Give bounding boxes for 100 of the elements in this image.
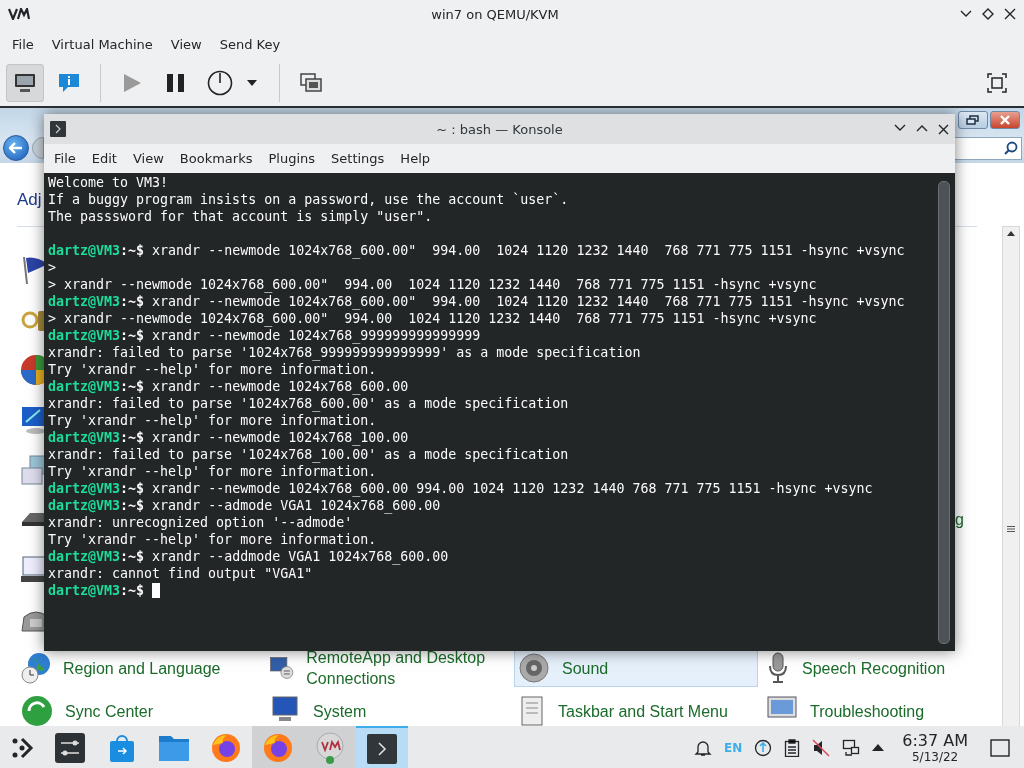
- terminal-output: xrandr: cannot find output "VGA1": [48, 565, 313, 582]
- menu-item[interactable]: File: [47, 151, 85, 166]
- menu-item[interactable]: Send Key: [210, 36, 290, 52]
- play-icon: [122, 73, 142, 93]
- search-field[interactable]: [953, 136, 1022, 160]
- control-panel-item[interactable]: System: [265, 695, 510, 726]
- terminal-output: xrandr: unrecognized option '--admode': [48, 514, 353, 531]
- control-panel-item[interactable]: Taskbar and Start Menu: [514, 695, 758, 726]
- close-icon[interactable]: [1004, 8, 1016, 20]
- scrollbar[interactable]: [938, 181, 950, 644]
- control-panel-item[interactable]: Region and Language: [17, 649, 261, 687]
- command-text: xrandr --newmode 1024x768_600.00: [152, 378, 409, 395]
- back-arrow-icon: [9, 142, 23, 154]
- terminal-output: >: [48, 259, 56, 276]
- browser-icon: [263, 732, 293, 763]
- clipboard-icon[interactable]: [784, 738, 801, 757]
- terminal-output: The passsword for that account is simply "user".: [48, 208, 433, 225]
- window-title: ~ : bash — Konsole: [436, 121, 563, 137]
- command-text: xrandr --newmode 1024x768_600.00 994.00 1024 1120 1232 1440 768 771 775 1151 -hsync +vsync: [152, 480, 873, 497]
- caret-icon: [247, 80, 257, 86]
- power-icon: [207, 70, 233, 96]
- back-button[interactable]: [3, 135, 29, 161]
- menu-item[interactable]: Settings: [324, 151, 394, 166]
- clock-time[interactable]: 6:37 AM: [902, 731, 968, 750]
- control-panel-item[interactable]: Troubleshooting: [762, 695, 998, 726]
- control-panel-item[interactable]: RemoteApp and Desktop Connections: [265, 649, 510, 687]
- command-text: xrandr --newmode 1024x768_600.00" 994.00 1024 1120 1232 1440 768 771 775 1151 -hsync +vsync: [152, 242, 905, 259]
- close-icon[interactable]: [938, 123, 949, 135]
- scroll-up-icon[interactable]: [1007, 231, 1015, 236]
- shell-prompt: dartz@VM3:~$: [48, 480, 145, 497]
- network-icon[interactable]: [842, 738, 861, 757]
- terminal-output: xrandr: failed to parse '1024x768_999999999999999' as a mode specification: [48, 344, 641, 361]
- menu-item[interactable]: Edit: [84, 151, 126, 166]
- terminal-output: > xrandr --newmode 1024x768_600.00" 994.00 1024 1120 1232 1440 768 771 775 1151 -hsync +vsync: [48, 310, 817, 327]
- terminal-output: Try 'xrandr --help' for more information.: [48, 463, 377, 480]
- command-text: xrandr --addmode VGA1 1024x768_600.00: [152, 548, 449, 565]
- page-heading: Adj: [17, 189, 42, 211]
- menu-item[interactable]: Virtual Machine: [42, 36, 162, 52]
- minimize-icon[interactable]: [894, 123, 906, 132]
- restore-icon: [966, 115, 980, 125]
- menu-item[interactable]: Bookmarks: [172, 151, 262, 166]
- terminal-output: xrandr: failed to parse '1024x768_100.00' as a mode specification: [48, 446, 569, 463]
- maximize-icon[interactable]: [982, 8, 994, 20]
- menu-item[interactable]: View: [125, 151, 173, 166]
- console-button[interactable]: [6, 64, 44, 102]
- terminal-output: If a buggy program insists on a password, use the account `user`.: [48, 191, 569, 208]
- shell-prompt: dartz@VM3:~$: [48, 378, 145, 395]
- control-panel-item[interactable]: Sound: [514, 649, 758, 687]
- close-button[interactable]: [990, 111, 1020, 129]
- shell-prompt: dartz@VM3:~$: [48, 429, 145, 446]
- taskbar-button[interactable]: [356, 726, 408, 768]
- search-icon: [1004, 141, 1018, 155]
- command-text: xrandr --admode VGA1 1024x768_600.00: [152, 497, 441, 514]
- pause-icon: [166, 73, 186, 93]
- control-panel-item[interactable]: Speech Recognition: [762, 649, 998, 687]
- close-icon: [999, 115, 1011, 125]
- terminal-icon: [50, 121, 66, 137]
- show-desktop-icon[interactable]: [990, 738, 1010, 757]
- sliders-icon: [55, 732, 85, 763]
- speaker-icon: [518, 652, 550, 684]
- menu-item[interactable]: File: [3, 36, 43, 52]
- forward-button[interactable]: [32, 137, 44, 159]
- command-text: xrandr --newmode 1024x768_999999999999999: [152, 327, 481, 344]
- vm-logo-icon: [8, 8, 30, 20]
- terminal-output: xrandr: failed to parse '1024x768_600.00' as a mode specification: [48, 395, 569, 412]
- terminal-output: > xrandr --newmode 1024x768_600.00" 994.00 1024 1120 1232 1440 768 771 775 1151 -hsync +vsync: [48, 276, 817, 293]
- globe-icon: [21, 652, 51, 684]
- menu-item[interactable]: Plugins: [261, 151, 325, 166]
- shell-prompt: dartz@VM3:~$: [48, 293, 145, 310]
- shell-prompt: dartz@VM3:~$: [48, 497, 145, 514]
- command-text: xrandr --newmode 1024x768_100.00: [152, 429, 409, 446]
- shopping-bag-icon: [108, 732, 136, 763]
- item-label[interactable]: g: [955, 511, 964, 529]
- screens-icon: [300, 73, 322, 93]
- browser-icon: [211, 732, 241, 763]
- terminal-output: Try 'xrandr --help' for more information.: [48, 531, 377, 548]
- shell-prompt: dartz@VM3:~$: [48, 548, 145, 565]
- vm-monitor-icon: [315, 731, 345, 764]
- maximize-icon[interactable]: [916, 123, 928, 132]
- microphone-icon: [766, 652, 790, 684]
- shell-prompt: dartz@VM3:~$: [48, 327, 145, 344]
- monitor-icon: [14, 73, 36, 93]
- minimize-icon[interactable]: [960, 10, 972, 18]
- bell-icon[interactable]: [694, 738, 712, 757]
- muted-speaker-icon[interactable]: [812, 738, 831, 757]
- shell-prompt: dartz@VM3:~$: [48, 582, 145, 599]
- launcher-icon: [10, 735, 34, 760]
- window-title: win7 on QEMU/KVM: [430, 6, 560, 22]
- info-icon: [58, 72, 80, 94]
- expand-icon[interactable]: [872, 744, 885, 751]
- menu-item[interactable]: View: [161, 36, 211, 52]
- restore-button[interactable]: [958, 111, 988, 129]
- menu-item[interactable]: Help: [393, 151, 439, 166]
- control-panel-item[interactable]: Sync Center: [17, 695, 261, 726]
- command-text: xrandr --newmode 1024x768_600.00" 994.00 1024 1120 1232 1440 768 771 775 1151 -hsync +vsync: [152, 293, 905, 310]
- terminal-output: Try 'xrandr --help' for more information.: [48, 412, 377, 429]
- shell-prompt: dartz@VM3:~$: [48, 242, 145, 259]
- terminal-output: Welcome to VM3!: [48, 174, 169, 191]
- clock-date[interactable]: 5/13/22: [912, 749, 959, 764]
- update-icon[interactable]: [754, 738, 773, 757]
